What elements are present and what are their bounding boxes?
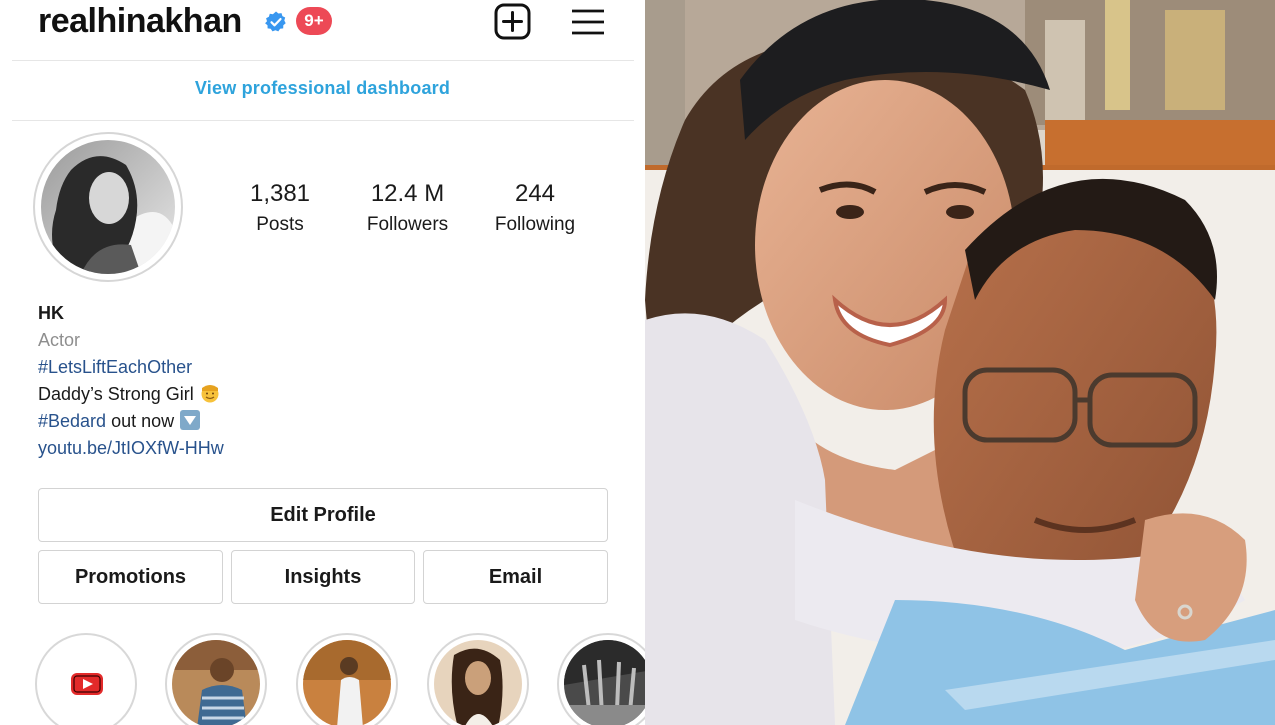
- new-post-plus-icon[interactable]: [494, 3, 531, 40]
- profile-username[interactable]: realhinakhan: [38, 2, 242, 41]
- story-highlight-youtube[interactable]: [35, 633, 137, 725]
- promotions-button[interactable]: Promotions: [38, 550, 223, 604]
- followers-label: Followers: [366, 214, 449, 235]
- avatar-photo: [41, 140, 175, 274]
- photo-illustration: [645, 0, 1275, 725]
- posts-label: Posts: [256, 214, 304, 235]
- bio-line-text: Daddy’s Strong Girl: [38, 384, 194, 404]
- professional-dashboard-link[interactable]: View professional dashboard: [0, 78, 645, 99]
- stat-posts[interactable]: 1,381 Posts: [240, 180, 320, 236]
- followers-count: 12.4 M: [370, 180, 445, 207]
- bio-hashtag-letsliftEachother[interactable]: #LetsLiftEachOther: [38, 354, 192, 381]
- following-label: Following: [494, 214, 576, 235]
- story-highlight-3[interactable]: [296, 633, 398, 725]
- story-thumbnail: [434, 640, 522, 725]
- bio-category: Actor: [38, 330, 81, 350]
- down-arrow-emoji-icon: [180, 410, 201, 430]
- story-highlight-4[interactable]: [427, 633, 529, 725]
- sunglasses-emoji-icon: [201, 385, 219, 403]
- notification-badge[interactable]: 9+: [296, 7, 332, 35]
- instagram-profile-panel: realhinakhan 9+ View professional dashbo…: [0, 0, 645, 725]
- stat-followers[interactable]: 12.4 M Followers: [355, 180, 460, 236]
- story-thumbnail: [564, 640, 645, 725]
- verified-badge-icon: [265, 11, 286, 32]
- photo-father-daughter: [645, 0, 1275, 725]
- bio-line-strong-girl: Daddy’s Strong Girl: [38, 381, 221, 408]
- hamburger-menu-icon[interactable]: [571, 8, 605, 36]
- profile-header: realhinakhan 9+: [0, 0, 645, 60]
- bio-link[interactable]: youtu.be/JtIOXfW-HHw: [38, 435, 224, 462]
- insights-button[interactable]: Insights: [231, 550, 415, 604]
- bio-name: HK: [38, 303, 64, 323]
- story-highlight-2[interactable]: [165, 633, 267, 725]
- profile-avatar[interactable]: [33, 132, 183, 282]
- bio-hashtag-bedard[interactable]: #Bedard: [38, 411, 106, 431]
- story-highlight-5[interactable]: [557, 633, 645, 725]
- edit-profile-button[interactable]: Edit Profile: [38, 488, 608, 542]
- bio-line-bedard: #Bedard out now: [38, 408, 201, 435]
- email-button[interactable]: Email: [423, 550, 608, 604]
- story-thumbnail: [303, 640, 391, 725]
- stat-following[interactable]: 244 Following: [484, 180, 586, 236]
- youtube-icon: [71, 673, 103, 695]
- posts-count: 1,381: [249, 180, 311, 207]
- bio-bedard-text: out now: [106, 411, 175, 431]
- following-count: 244: [514, 180, 556, 207]
- dashboard-divider: [12, 120, 634, 121]
- header-divider: [12, 60, 634, 61]
- story-thumbnail: [172, 640, 260, 725]
